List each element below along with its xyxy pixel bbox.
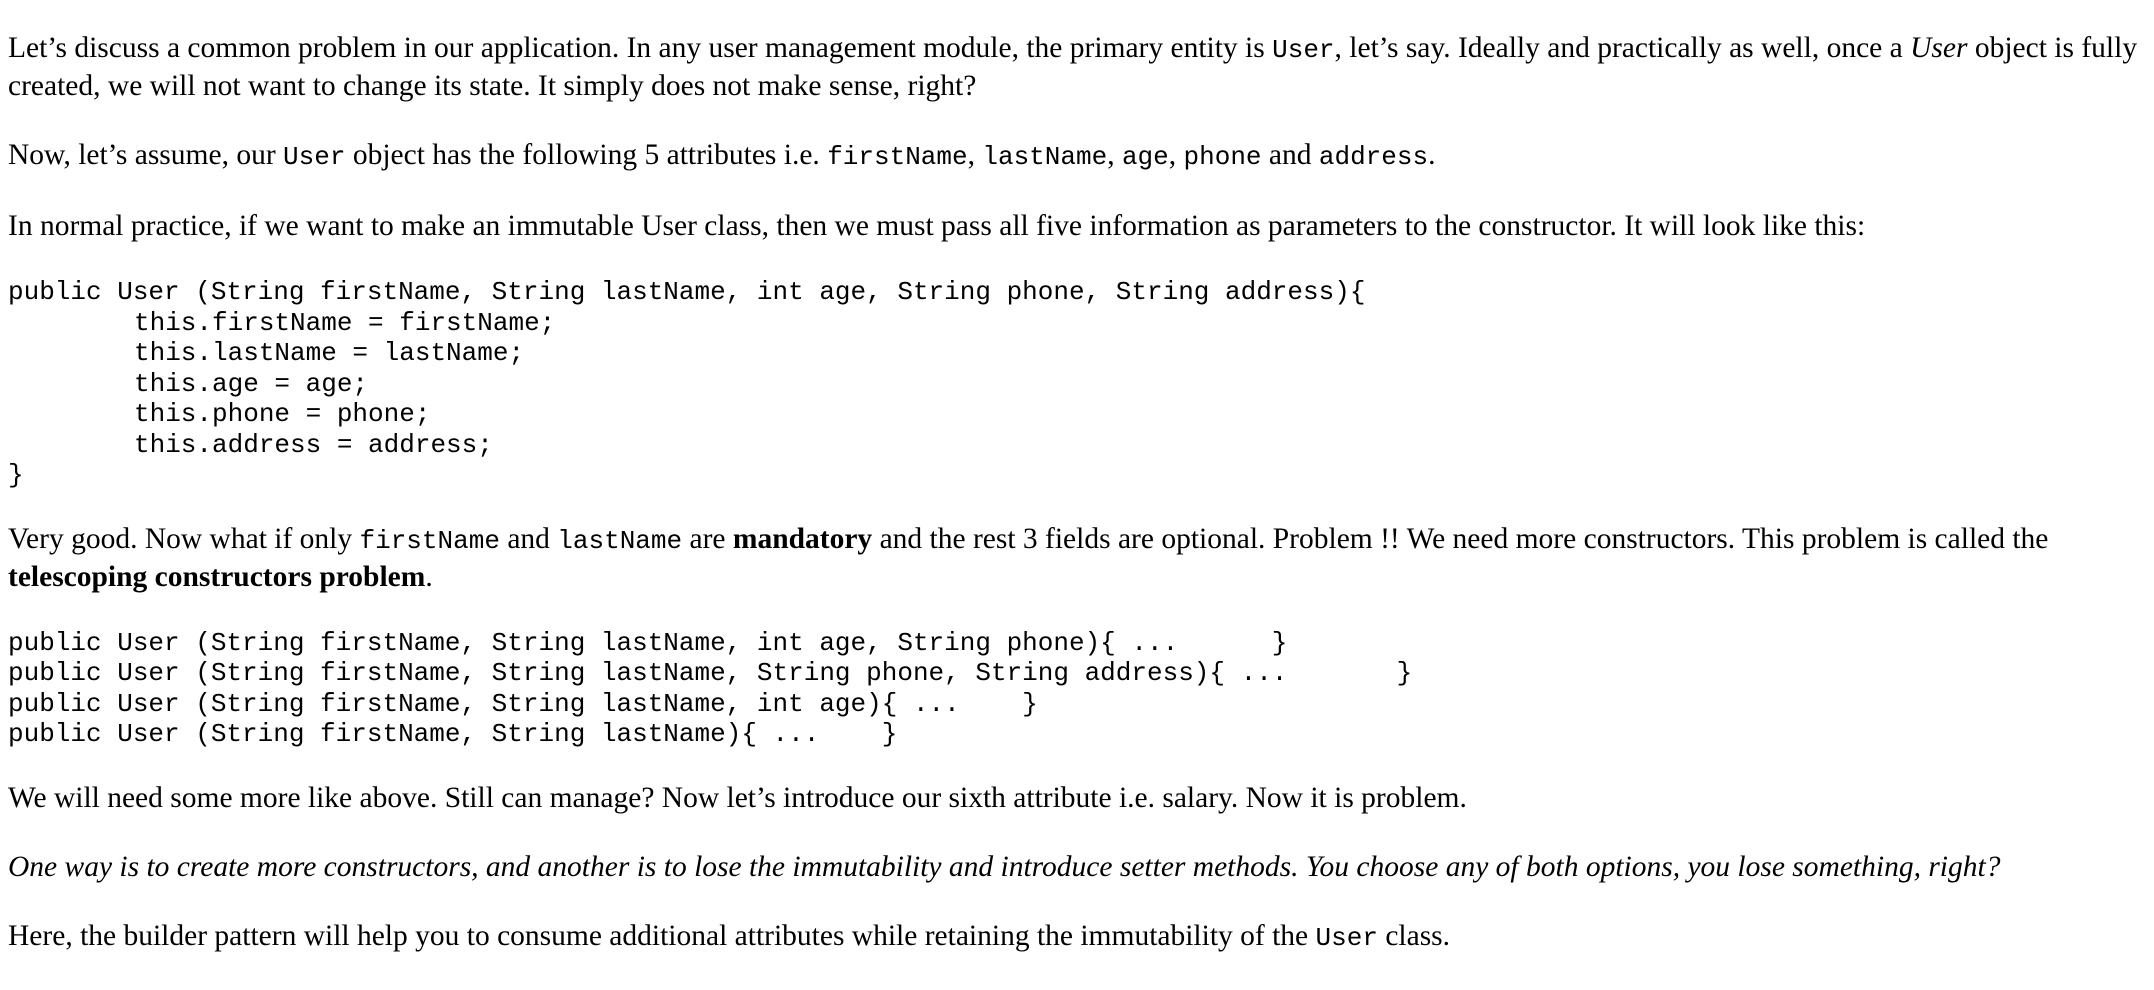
emphasis-user: User [1910, 32, 1968, 64]
text-run: and [1261, 139, 1319, 171]
inline-code-phone: phone [1183, 142, 1262, 172]
emphasis-options: One way is to create more constructors, … [8, 850, 2001, 883]
code-line: this.age = age; [134, 368, 369, 399]
inline-code-user: User [283, 142, 346, 172]
text-run: Here, the builder pattern will help you … [8, 919, 1316, 952]
paragraph-telescoping: Very good. Now what if only firstName an… [8, 521, 2144, 595]
bold-mandatory: mandatory [732, 522, 873, 555]
paragraph-options: One way is to create more constructors, … [8, 849, 2144, 885]
inline-code-firstname: firstName [359, 525, 500, 556]
bold-telescoping: telescoping constructors problem [8, 560, 426, 593]
text-run: Now, let’s assume, our [8, 139, 284, 171]
text-run: Very good. Now what if only [8, 522, 360, 555]
inline-code-address: address [1318, 142, 1429, 172]
paragraph-attributes: Now, let’s assume, our User object has t… [8, 137, 2144, 175]
inline-code-lastname: lastName [982, 142, 1108, 172]
inline-code-age: age [1121, 142, 1169, 172]
inline-code-lastname: lastName [557, 525, 683, 556]
inline-code-user: User [1315, 922, 1378, 953]
code-line: public User (String firstName, String la… [8, 688, 1038, 719]
code-line: this.firstName = firstName; [134, 307, 556, 338]
code-line: this.address = address; [134, 429, 493, 460]
code-block-constructor: public User (String firstName, String la… [8, 277, 2144, 491]
code-line: this.phone = phone; [134, 399, 431, 429]
text-run: , let’s say. Ideally and practically as … [1334, 32, 1911, 64]
code-line: public User (String firstName, String la… [8, 719, 898, 749]
text-run: , [967, 139, 983, 171]
text-run: Let’s discuss a common problem in our ap… [8, 32, 1273, 64]
text-run: are [682, 522, 733, 555]
text-run: , [1168, 139, 1184, 171]
text-run: object has the following 5 attributes i.… [345, 139, 828, 171]
text-run: . [1428, 139, 1436, 171]
code-block-constructors: public User (String firstName, String la… [8, 628, 2144, 750]
text-run: class. [1377, 919, 1451, 952]
code-line: public User (String firstName, String la… [8, 277, 1366, 307]
paragraph-salary: We will need some more like above. Still… [8, 781, 1467, 814]
code-line: public User (String firstName, String la… [8, 658, 1413, 688]
text-run: and [499, 522, 558, 555]
code-line: } [8, 460, 24, 490]
text-run: . [425, 560, 433, 593]
code-line: this.lastName = lastName; [134, 338, 525, 368]
text-run: and the rest 3 fields are optional. Prob… [872, 522, 2049, 555]
paragraph-builder: Here, the builder pattern will help you … [8, 918, 2144, 956]
inline-code-firstname: firstName [827, 142, 968, 172]
paragraph-immutable: In normal practice, if we want to make a… [8, 210, 1866, 242]
inline-code-user: User [1272, 35, 1335, 65]
text-run: , [1107, 139, 1122, 171]
paragraph-intro: Let’s discuss a common problem in our ap… [8, 30, 2144, 104]
code-line: public User (String firstName, String la… [8, 627, 1288, 658]
cropped-previous-line [8, 0, 2144, 10]
article-body: Let’s discuss a common problem in our ap… [0, 0, 2154, 956]
